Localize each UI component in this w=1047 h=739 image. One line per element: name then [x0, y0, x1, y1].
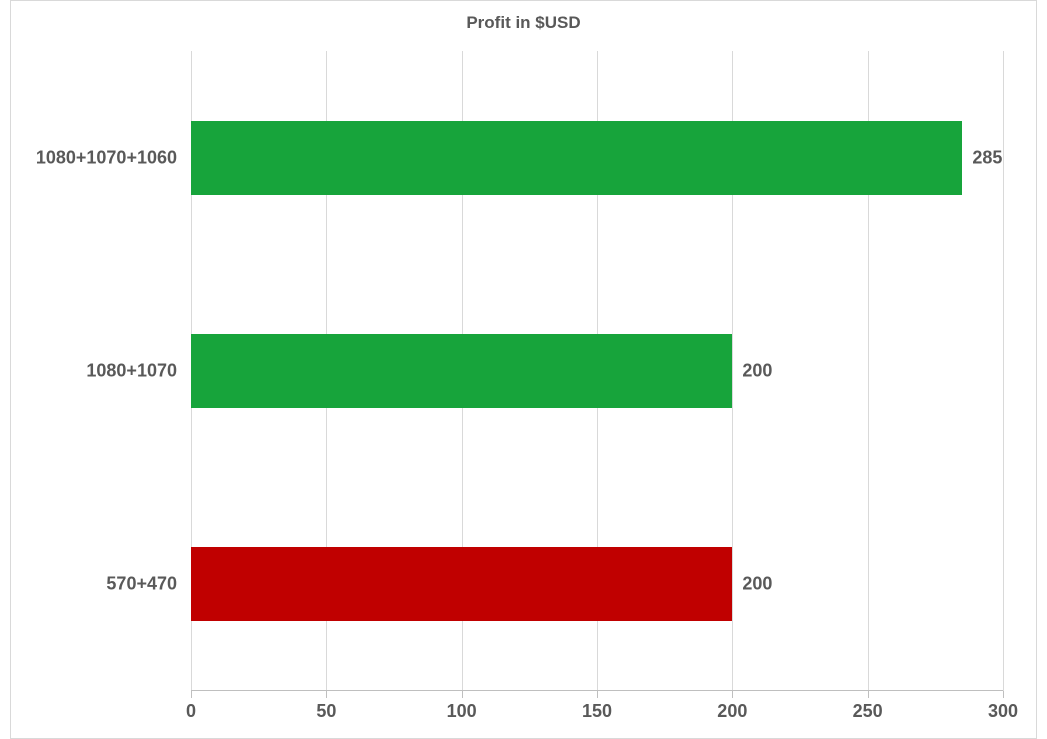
x-tick-label: 200	[717, 701, 747, 722]
x-tick	[326, 691, 327, 698]
x-tick-label: 150	[582, 701, 612, 722]
category-label: 1080+1070+1060	[7, 148, 177, 169]
value-label: 200	[742, 361, 772, 382]
x-tick-label: 50	[316, 701, 336, 722]
x-tick	[732, 691, 733, 698]
bar-fill	[191, 121, 962, 195]
x-tick	[597, 691, 598, 698]
x-tick-label: 250	[853, 701, 883, 722]
value-label: 285	[972, 148, 1002, 169]
x-tick-label: 100	[447, 701, 477, 722]
x-tick	[868, 691, 869, 698]
bar-fill	[191, 334, 732, 408]
chart-container: Profit in $USD 0 50 100 150 200 250 300 …	[10, 0, 1037, 739]
category-label: 1080+1070	[7, 361, 177, 382]
plot-area: 0 50 100 150 200 250 300 570+470 200 108…	[191, 51, 1003, 691]
x-tick	[191, 691, 192, 698]
bar-row: 1080+1070+1060 285	[191, 121, 962, 195]
x-tick	[462, 691, 463, 698]
gridline	[1003, 51, 1004, 691]
x-tick-label: 300	[988, 701, 1018, 722]
bar-fill	[191, 547, 732, 621]
category-label: 570+470	[7, 574, 177, 595]
x-tick	[1003, 691, 1004, 698]
bar-row: 1080+1070 200	[191, 334, 732, 408]
bar-row: 570+470 200	[191, 547, 732, 621]
x-tick-label: 0	[186, 701, 196, 722]
chart-title: Profit in $USD	[11, 1, 1036, 41]
value-label: 200	[742, 574, 772, 595]
